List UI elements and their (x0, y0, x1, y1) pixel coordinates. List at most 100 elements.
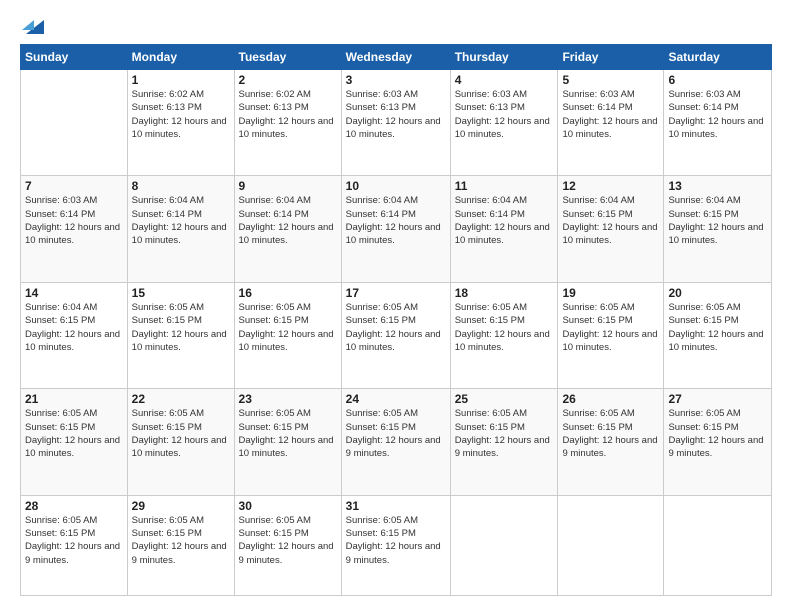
day-info: Sunrise: 6:05 AM Sunset: 6:15 PM Dayligh… (25, 514, 123, 567)
day-of-week-header: Friday (558, 45, 664, 70)
day-of-week-header: Sunday (21, 45, 128, 70)
day-info: Sunrise: 6:05 AM Sunset: 6:15 PM Dayligh… (346, 407, 446, 460)
day-info: Sunrise: 6:05 AM Sunset: 6:15 PM Dayligh… (239, 407, 337, 460)
days-of-week-row: SundayMondayTuesdayWednesdayThursdayFrid… (21, 45, 772, 70)
day-number: 5 (562, 73, 659, 87)
day-info: Sunrise: 6:05 AM Sunset: 6:15 PM Dayligh… (132, 514, 230, 567)
day-info: Sunrise: 6:05 AM Sunset: 6:15 PM Dayligh… (132, 407, 230, 460)
day-info: Sunrise: 6:03 AM Sunset: 6:13 PM Dayligh… (455, 88, 554, 141)
calendar-cell (664, 495, 772, 595)
calendar-cell: 24Sunrise: 6:05 AM Sunset: 6:15 PM Dayli… (341, 389, 450, 495)
day-info: Sunrise: 6:05 AM Sunset: 6:15 PM Dayligh… (562, 301, 659, 354)
calendar-cell: 28Sunrise: 6:05 AM Sunset: 6:15 PM Dayli… (21, 495, 128, 595)
calendar-cell (558, 495, 664, 595)
calendar-week-row: 28Sunrise: 6:05 AM Sunset: 6:15 PM Dayli… (21, 495, 772, 595)
day-info: Sunrise: 6:04 AM Sunset: 6:15 PM Dayligh… (562, 194, 659, 247)
day-info: Sunrise: 6:03 AM Sunset: 6:14 PM Dayligh… (25, 194, 123, 247)
day-number: 7 (25, 179, 123, 193)
calendar-cell: 4Sunrise: 6:03 AM Sunset: 6:13 PM Daylig… (450, 70, 558, 176)
calendar-cell: 23Sunrise: 6:05 AM Sunset: 6:15 PM Dayli… (234, 389, 341, 495)
day-info: Sunrise: 6:02 AM Sunset: 6:13 PM Dayligh… (239, 88, 337, 141)
day-number: 17 (346, 286, 446, 300)
day-number: 19 (562, 286, 659, 300)
calendar-cell: 3Sunrise: 6:03 AM Sunset: 6:13 PM Daylig… (341, 70, 450, 176)
calendar-cell: 11Sunrise: 6:04 AM Sunset: 6:14 PM Dayli… (450, 176, 558, 282)
calendar-week-row: 21Sunrise: 6:05 AM Sunset: 6:15 PM Dayli… (21, 389, 772, 495)
calendar-cell (450, 495, 558, 595)
day-of-week-header: Wednesday (341, 45, 450, 70)
day-number: 18 (455, 286, 554, 300)
day-info: Sunrise: 6:03 AM Sunset: 6:14 PM Dayligh… (562, 88, 659, 141)
day-info: Sunrise: 6:02 AM Sunset: 6:13 PM Dayligh… (132, 88, 230, 141)
calendar-cell: 19Sunrise: 6:05 AM Sunset: 6:15 PM Dayli… (558, 282, 664, 388)
day-number: 16 (239, 286, 337, 300)
day-number: 6 (668, 73, 767, 87)
logo (20, 16, 44, 34)
day-info: Sunrise: 6:04 AM Sunset: 6:14 PM Dayligh… (132, 194, 230, 247)
calendar-cell: 10Sunrise: 6:04 AM Sunset: 6:14 PM Dayli… (341, 176, 450, 282)
calendar-week-row: 14Sunrise: 6:04 AM Sunset: 6:15 PM Dayli… (21, 282, 772, 388)
calendar-cell: 14Sunrise: 6:04 AM Sunset: 6:15 PM Dayli… (21, 282, 128, 388)
calendar-cell: 22Sunrise: 6:05 AM Sunset: 6:15 PM Dayli… (127, 389, 234, 495)
day-info: Sunrise: 6:04 AM Sunset: 6:15 PM Dayligh… (668, 194, 767, 247)
calendar-cell: 12Sunrise: 6:04 AM Sunset: 6:15 PM Dayli… (558, 176, 664, 282)
day-info: Sunrise: 6:05 AM Sunset: 6:15 PM Dayligh… (668, 407, 767, 460)
calendar-cell: 15Sunrise: 6:05 AM Sunset: 6:15 PM Dayli… (127, 282, 234, 388)
calendar-cell: 9Sunrise: 6:04 AM Sunset: 6:14 PM Daylig… (234, 176, 341, 282)
day-number: 27 (668, 392, 767, 406)
day-number: 10 (346, 179, 446, 193)
calendar-cell: 29Sunrise: 6:05 AM Sunset: 6:15 PM Dayli… (127, 495, 234, 595)
day-number: 30 (239, 499, 337, 513)
day-number: 9 (239, 179, 337, 193)
day-number: 21 (25, 392, 123, 406)
day-info: Sunrise: 6:03 AM Sunset: 6:13 PM Dayligh… (346, 88, 446, 141)
day-of-week-header: Tuesday (234, 45, 341, 70)
calendar-cell: 21Sunrise: 6:05 AM Sunset: 6:15 PM Dayli… (21, 389, 128, 495)
day-number: 3 (346, 73, 446, 87)
calendar-cell: 6Sunrise: 6:03 AM Sunset: 6:14 PM Daylig… (664, 70, 772, 176)
day-number: 29 (132, 499, 230, 513)
day-of-week-header: Monday (127, 45, 234, 70)
calendar-cell: 18Sunrise: 6:05 AM Sunset: 6:15 PM Dayli… (450, 282, 558, 388)
calendar-week-row: 7Sunrise: 6:03 AM Sunset: 6:14 PM Daylig… (21, 176, 772, 282)
day-of-week-header: Thursday (450, 45, 558, 70)
day-number: 2 (239, 73, 337, 87)
calendar-cell: 7Sunrise: 6:03 AM Sunset: 6:14 PM Daylig… (21, 176, 128, 282)
day-info: Sunrise: 6:04 AM Sunset: 6:14 PM Dayligh… (455, 194, 554, 247)
calendar-cell (21, 70, 128, 176)
calendar-cell: 8Sunrise: 6:04 AM Sunset: 6:14 PM Daylig… (127, 176, 234, 282)
day-number: 28 (25, 499, 123, 513)
day-number: 31 (346, 499, 446, 513)
calendar-cell: 13Sunrise: 6:04 AM Sunset: 6:15 PM Dayli… (664, 176, 772, 282)
calendar-cell: 30Sunrise: 6:05 AM Sunset: 6:15 PM Dayli… (234, 495, 341, 595)
day-number: 22 (132, 392, 230, 406)
day-info: Sunrise: 6:03 AM Sunset: 6:14 PM Dayligh… (668, 88, 767, 141)
day-number: 12 (562, 179, 659, 193)
day-info: Sunrise: 6:05 AM Sunset: 6:15 PM Dayligh… (346, 301, 446, 354)
day-number: 13 (668, 179, 767, 193)
day-number: 8 (132, 179, 230, 193)
calendar-cell: 20Sunrise: 6:05 AM Sunset: 6:15 PM Dayli… (664, 282, 772, 388)
day-info: Sunrise: 6:05 AM Sunset: 6:15 PM Dayligh… (25, 407, 123, 460)
calendar-cell: 26Sunrise: 6:05 AM Sunset: 6:15 PM Dayli… (558, 389, 664, 495)
calendar-cell: 1Sunrise: 6:02 AM Sunset: 6:13 PM Daylig… (127, 70, 234, 176)
day-number: 4 (455, 73, 554, 87)
calendar-week-row: 1Sunrise: 6:02 AM Sunset: 6:13 PM Daylig… (21, 70, 772, 176)
day-info: Sunrise: 6:05 AM Sunset: 6:15 PM Dayligh… (455, 407, 554, 460)
day-info: Sunrise: 6:05 AM Sunset: 6:15 PM Dayligh… (239, 514, 337, 567)
day-number: 11 (455, 179, 554, 193)
day-number: 14 (25, 286, 123, 300)
day-info: Sunrise: 6:05 AM Sunset: 6:15 PM Dayligh… (346, 514, 446, 567)
calendar-cell: 25Sunrise: 6:05 AM Sunset: 6:15 PM Dayli… (450, 389, 558, 495)
day-number: 24 (346, 392, 446, 406)
calendar-cell: 16Sunrise: 6:05 AM Sunset: 6:15 PM Dayli… (234, 282, 341, 388)
day-info: Sunrise: 6:04 AM Sunset: 6:14 PM Dayligh… (239, 194, 337, 247)
day-number: 26 (562, 392, 659, 406)
header (20, 16, 772, 34)
day-number: 23 (239, 392, 337, 406)
day-number: 15 (132, 286, 230, 300)
day-info: Sunrise: 6:05 AM Sunset: 6:15 PM Dayligh… (668, 301, 767, 354)
calendar-cell: 2Sunrise: 6:02 AM Sunset: 6:13 PM Daylig… (234, 70, 341, 176)
calendar-cell: 27Sunrise: 6:05 AM Sunset: 6:15 PM Dayli… (664, 389, 772, 495)
logo-icon (22, 16, 44, 34)
